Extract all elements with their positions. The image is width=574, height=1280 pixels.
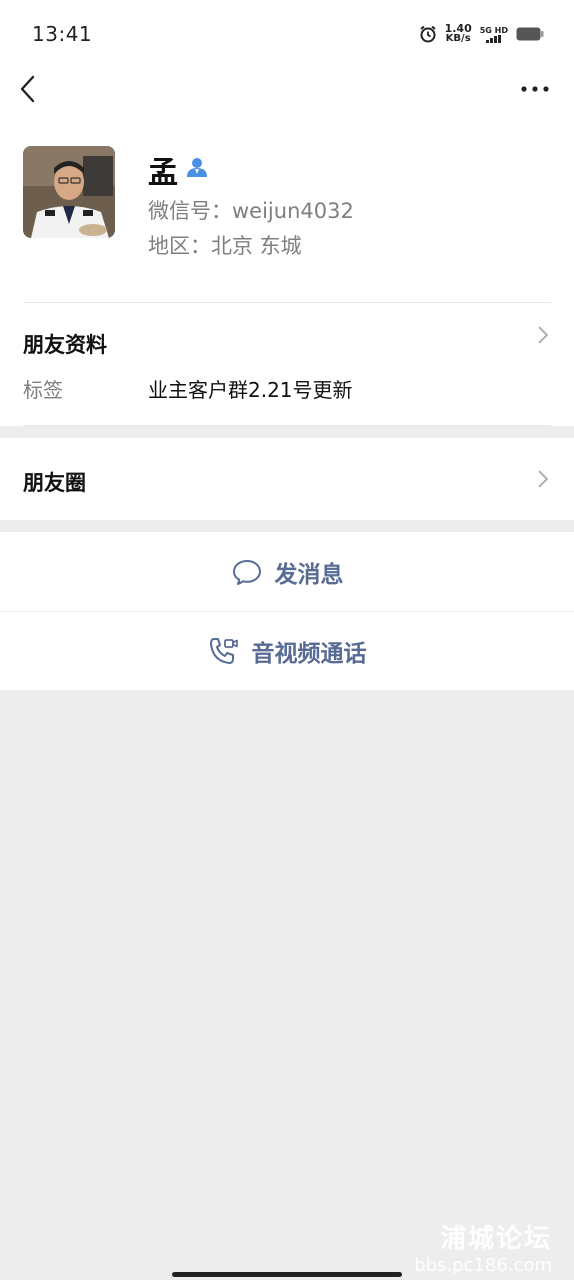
- watermark-title: 浦城论坛: [439, 1224, 552, 1254]
- watermark: 浦城论坛 bbs.pc186.com: [414, 1218, 552, 1276]
- video-call-label: 音视频通话: [251, 641, 367, 667]
- chevron-right-icon: [538, 470, 549, 488]
- net-speed: 1.40 KB/s: [445, 23, 472, 44]
- chat-bubble-icon: [232, 559, 261, 585]
- send-message-button[interactable]: 发消息: [0, 532, 574, 611]
- send-message-label: 发消息: [274, 561, 344, 588]
- divider: [23, 425, 551, 426]
- contact-name: 孟: [148, 156, 178, 191]
- wechat-id: 微信号：weijun4032: [148, 199, 354, 223]
- friend-info-row[interactable]: [0, 303, 574, 426]
- signal-icon: 5G HD: [480, 26, 508, 43]
- moments-row[interactable]: [0, 438, 574, 520]
- chevron-right-icon: [538, 326, 549, 344]
- avatar-photo: [23, 146, 115, 238]
- more-dots-icon[interactable]: [520, 78, 550, 100]
- net-speed-unit: KB/s: [445, 33, 471, 44]
- status-time: 13:41: [32, 22, 93, 46]
- watermark-url: bbs.pc186.com: [414, 1255, 552, 1276]
- battery-icon: [516, 27, 544, 41]
- friend-info-title: 朋友资料: [23, 333, 107, 357]
- region: 地区：北京 东城: [148, 234, 302, 258]
- signal-label: 5G HD: [479, 25, 508, 35]
- moments-title: 朋友圈: [23, 471, 86, 495]
- contact-person-icon: [187, 158, 207, 177]
- phone-video-icon: [209, 638, 238, 664]
- alarm-icon: [419, 25, 436, 43]
- tag-value: 业主客户群2.21号更新: [148, 378, 353, 402]
- avatar[interactable]: [23, 146, 115, 238]
- chevron-left-icon[interactable]: [16, 74, 42, 104]
- home-indicator[interactable]: [172, 1272, 402, 1277]
- status-icons: 1.40 KB/s 5G HD: [419, 22, 544, 46]
- tag-label: 标签: [23, 378, 63, 402]
- video-call-button[interactable]: 音视频通话: [0, 612, 574, 690]
